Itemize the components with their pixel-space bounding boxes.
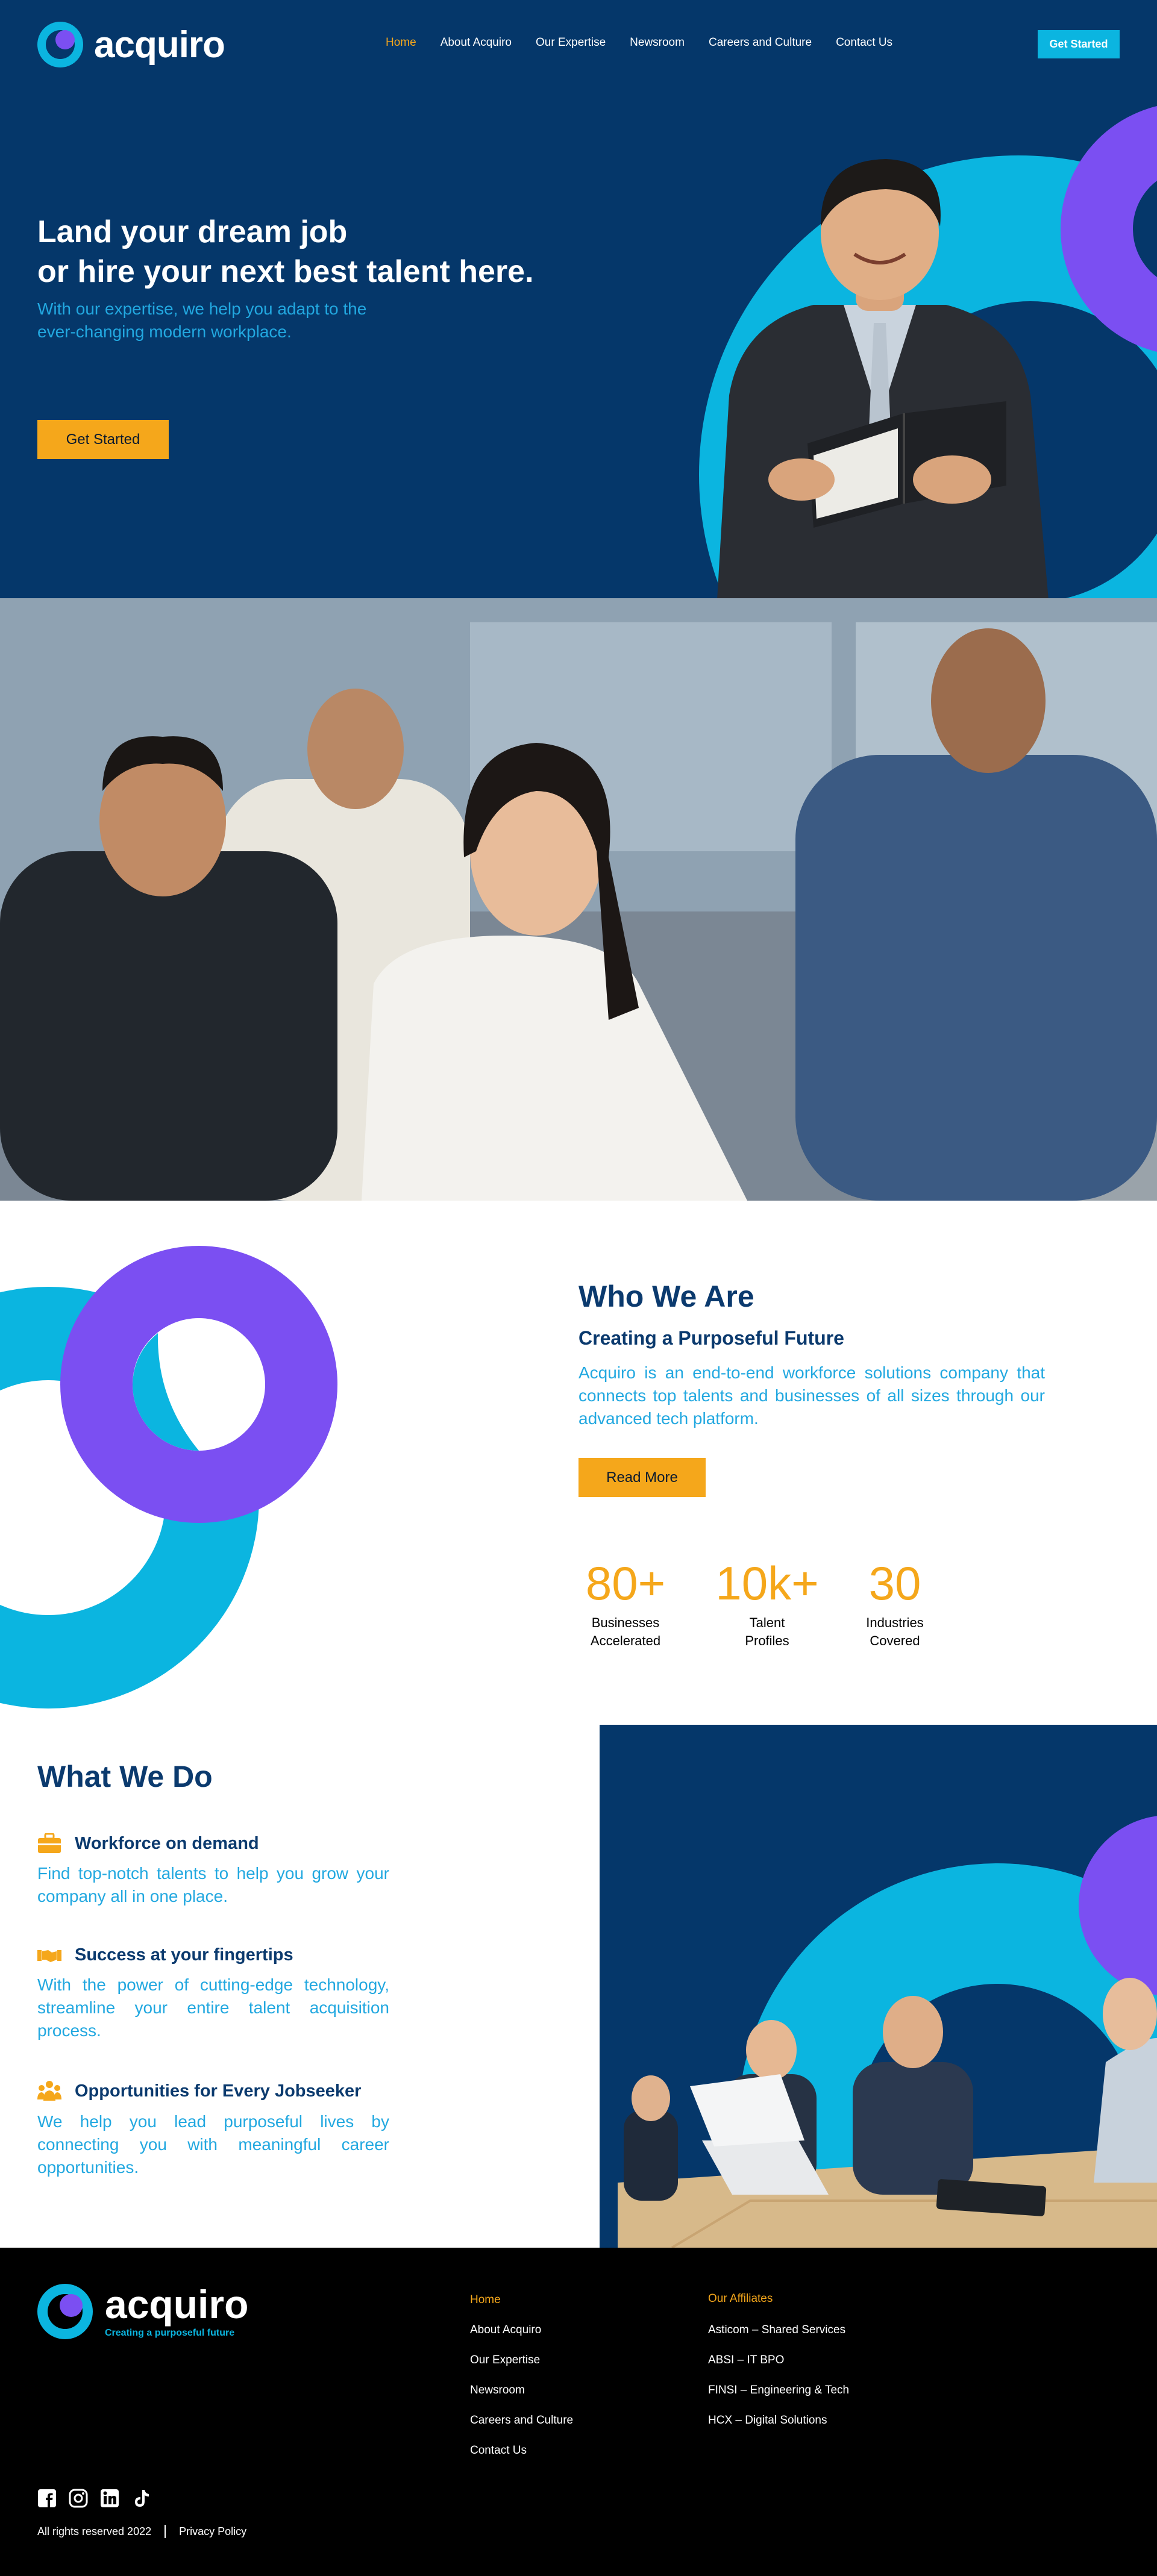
affiliate-hcx[interactable]: HCX – Digital Solutions — [708, 2414, 849, 2427]
team-photo — [0, 598, 1157, 1201]
footer-bottom: All rights reserved 2022 Privacy Policy — [37, 2525, 246, 2538]
stat-label-line-2: Accelerated — [590, 1633, 661, 1648]
stat-label: Talent Profiles — [707, 1614, 827, 1650]
footer-link-about[interactable]: About Acquiro — [470, 2324, 573, 2337]
hero-title: Land your dream job or hire your next be… — [37, 212, 580, 292]
footer-link-contact[interactable]: Contact Us — [470, 2444, 573, 2457]
facebook-icon[interactable] — [37, 2489, 57, 2508]
footer-logo-wordmark: acquiro — [105, 2282, 249, 2327]
read-more-button[interactable]: Read More — [578, 1458, 706, 1497]
nav-home[interactable]: Home — [386, 36, 416, 49]
feature-title: Success at your fingertips — [75, 1945, 293, 1965]
feature-opportunities: Opportunities for Every Jobseeker We hel… — [37, 2080, 389, 2179]
hero-subtitle-line-2: ever-changing modern workplace. — [37, 322, 292, 341]
stat-industries: 30 Industries Covered — [835, 1556, 955, 1650]
hero-subtitle-line-1: With our expertise, we help you adapt to… — [37, 299, 367, 318]
nav-careers[interactable]: Careers and Culture — [709, 36, 812, 49]
stat-label-line-1: Talent — [749, 1615, 785, 1630]
footer-link-careers[interactable]: Careers and Culture — [470, 2414, 573, 2427]
hero-person-photo — [717, 159, 1049, 598]
instagram-icon[interactable] — [69, 2489, 88, 2508]
footer-link-expertise[interactable]: Our Expertise — [470, 2354, 573, 2367]
hero-title-line-1: Land your dream job — [37, 214, 348, 249]
meeting-photo — [618, 1816, 1157, 2248]
footer: acquiro Creating a purposeful future Hom… — [0, 2248, 1157, 2576]
footer-link-newsroom[interactable]: Newsroom — [470, 2384, 573, 2397]
hero-subtitle: With our expertise, we help you adapt to… — [37, 298, 459, 343]
acquiro-logo-icon — [37, 2284, 93, 2339]
divider — [165, 2525, 166, 2538]
site-logo[interactable]: acquiro — [37, 22, 225, 67]
briefcase-icon — [38, 1833, 61, 1853]
what-we-do-heading: What We Do — [37, 1760, 213, 1793]
hero-get-started-button[interactable]: Get Started — [37, 420, 169, 459]
affiliate-finsi[interactable]: FINSI – Engineering & Tech — [708, 2384, 849, 2397]
affiliate-absi[interactable]: ABSI – IT BPO — [708, 2354, 849, 2367]
acquiro-logo-icon — [37, 22, 83, 67]
decorative-rings — [0, 1246, 337, 1708]
feature-title: Workforce on demand — [75, 1833, 259, 1853]
tiktok-icon[interactable] — [131, 2489, 151, 2508]
stat-label-line-1: Industries — [866, 1615, 924, 1630]
team-photo-section — [0, 598, 1157, 1201]
stat-value: 80+ — [585, 1557, 666, 1610]
footer-link-home[interactable]: Home — [470, 2293, 573, 2307]
privacy-policy-link[interactable]: Privacy Policy — [179, 2525, 246, 2538]
affiliate-asticom[interactable]: Asticom – Shared Services — [708, 2324, 849, 2337]
stat-value: 30 — [868, 1557, 921, 1610]
feature-workforce: Workforce on demand Find top-notch talen… — [37, 1833, 389, 1908]
nav-about[interactable]: About Acquiro — [441, 36, 512, 49]
footer-logo[interactable]: acquiro Creating a purposeful future — [37, 2284, 248, 2339]
copyright-text: All rights reserved 2022 — [37, 2525, 152, 2537]
feature-text: With the power of cutting-edge technolog… — [37, 1975, 389, 2040]
footer-nav: Home About Acquiro Our Expertise Newsroo… — [470, 2293, 573, 2474]
social-links — [37, 2489, 151, 2508]
who-we-are-heading: Who We Are — [578, 1280, 754, 1313]
meeting-photo-panel — [600, 1725, 1157, 2248]
nav-contact[interactable]: Contact Us — [836, 36, 892, 49]
affiliates-heading: Our Affiliates — [708, 2292, 773, 2305]
what-we-do-section: What We Do Workforce on demand Find top-… — [0, 1725, 1157, 2248]
stat-businesses: 80+ Businesses Accelerated — [565, 1556, 686, 1650]
handshake-icon — [37, 1949, 61, 1962]
footer-tagline: Creating a purposeful future — [105, 2328, 235, 2338]
who-we-are-text: Acquiro is an end-to-end workforce solut… — [578, 1363, 1045, 1428]
nav-expertise[interactable]: Our Expertise — [536, 36, 606, 49]
stat-label: Industries Covered — [835, 1614, 955, 1650]
hero-title-line-2: or hire your next best talent here. — [37, 254, 534, 289]
stat-label-line-2: Covered — [870, 1633, 920, 1648]
feature-text: Find top-notch talents to help you grow … — [37, 1864, 389, 1905]
feature-success: Success at your fingertips With the powe… — [37, 1945, 389, 2042]
stat-label: Businesses Accelerated — [565, 1614, 686, 1650]
stat-value: 10k+ — [715, 1557, 819, 1610]
footer-affiliates: Our Affiliates Asticom – Shared Services… — [708, 2292, 849, 2444]
linkedin-icon[interactable] — [100, 2489, 119, 2508]
who-we-are-subheading: Creating a Purposeful Future — [578, 1327, 844, 1349]
feature-title: Opportunities for Every Jobseeker — [75, 2081, 362, 2101]
hero-section: acquiro Home About Acquiro Our Expertise… — [0, 0, 1157, 598]
team-icon — [37, 2081, 61, 2101]
main-nav: Home About Acquiro Our Expertise Newsroo… — [386, 36, 892, 49]
nav-newsroom[interactable]: Newsroom — [630, 36, 685, 49]
who-we-are-section: Who We Are Creating a Purposeful Future … — [0, 1201, 1157, 1725]
stat-talent: 10k+ Talent Profiles — [707, 1556, 827, 1650]
logo-wordmark: acquiro — [94, 23, 225, 66]
feature-text: We help you lead purposeful lives by con… — [37, 2112, 389, 2177]
stat-label-line-2: Profiles — [745, 1633, 789, 1648]
stat-label-line-1: Businesses — [591, 1615, 660, 1630]
nav-get-started-button[interactable]: Get Started — [1038, 30, 1120, 58]
